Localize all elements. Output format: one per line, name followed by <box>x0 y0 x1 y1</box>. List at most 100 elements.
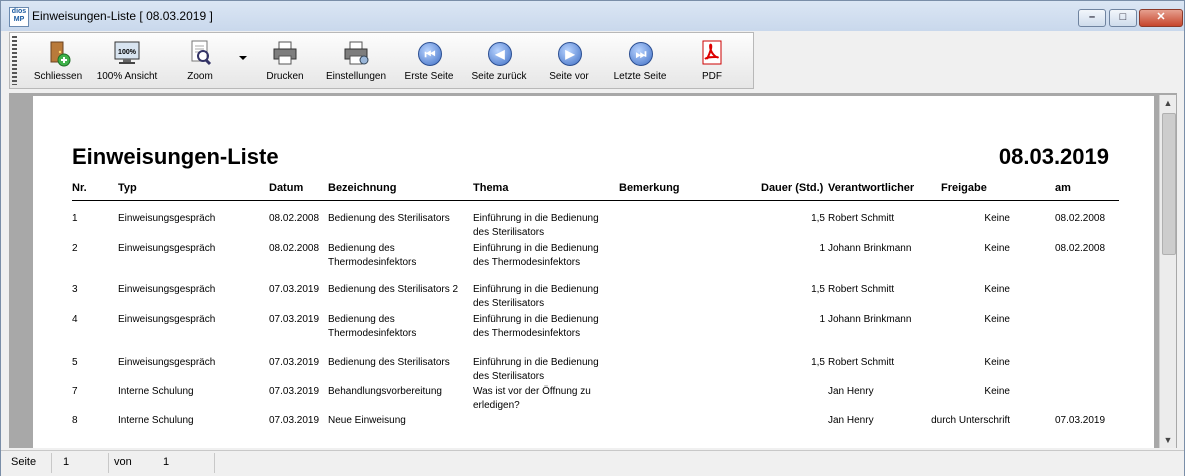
cell-thema-line2: des Sterilisators <box>473 298 545 309</box>
cell-am: 08.02.2008 <box>1055 213 1106 224</box>
cell-datum: 07.03.2019 <box>269 357 320 368</box>
column-header-thema: Thema <box>473 182 509 194</box>
print-button[interactable]: Drucken <box>260 37 310 85</box>
cell-verantwortlicher: Robert Schmitt <box>828 357 895 368</box>
scroll-thumb[interactable] <box>1162 113 1176 255</box>
cell-nr: 7 <box>72 386 78 397</box>
pdf-icon <box>698 39 726 67</box>
of-label: von <box>114 456 132 468</box>
column-header-am: am <box>1055 182 1071 194</box>
maximize-icon: □ <box>1119 11 1127 23</box>
previous-page-label: Seite zurück <box>471 71 527 82</box>
toolbar-grip[interactable] <box>12 36 17 85</box>
cell-typ: Einweisungsgespräch <box>118 357 216 368</box>
column-header-bemerkung: Bemerkung <box>619 182 680 194</box>
cell-dauer: 1,5 <box>811 213 825 224</box>
close-report-button[interactable]: Schliessen <box>30 37 86 85</box>
settings-label: Einstellungen <box>325 71 387 82</box>
vertical-scrollbar[interactable]: ▲ ▼ <box>1159 95 1176 448</box>
zoom-100-button[interactable]: 100% 100% Ansicht <box>94 37 160 85</box>
report-title: Einweisungen-Liste <box>72 144 279 169</box>
cell-datum: 07.03.2019 <box>269 386 320 397</box>
cell-datum: 08.02.2008 <box>269 243 320 254</box>
first-page-label: Erste Seite <box>404 71 454 82</box>
arrow-right-icon: ▶ <box>555 39 583 67</box>
zoom-button[interactable]: Zoom <box>176 37 224 85</box>
cell-verantwortlicher: Jan Henry <box>828 386 874 397</box>
cell-bezeichnung: Neue Einweisung <box>328 415 406 426</box>
status-divider <box>51 453 52 473</box>
of-value: 1 <box>163 456 170 468</box>
cell-thema-line2: des Thermodesinfektors <box>473 257 581 268</box>
cell-datum: 08.02.2008 <box>269 213 320 224</box>
cell-thema: Einführung in die Bedienung <box>473 284 599 295</box>
arrow-left-icon: ◀ <box>485 39 513 67</box>
column-header-dauer: Dauer (Std.) <box>761 182 824 194</box>
maximize-button[interactable]: □ <box>1109 9 1137 27</box>
cell-typ: Einweisungsgespräch <box>118 243 216 254</box>
cell-dauer: 1 <box>819 243 825 254</box>
cell-bezeichnung-line2: Thermodesinfektors <box>328 328 417 339</box>
previous-page-button[interactable]: ◀ Seite zurück <box>470 37 528 85</box>
cell-datum: 07.03.2019 <box>269 415 320 426</box>
status-divider <box>108 453 109 473</box>
column-header-bezeichnung: Bezeichnung <box>328 182 397 194</box>
cell-nr: 2 <box>72 243 78 254</box>
cell-bezeichnung: Bedienung des <box>328 314 395 325</box>
cell-typ: Einweisungsgespräch <box>118 284 216 295</box>
cell-freigabe: durch Unterschrift <box>931 415 1010 426</box>
cell-thema-line2: des Sterilisators <box>473 371 545 382</box>
next-page-button[interactable]: ▶ Seite vor <box>544 37 594 85</box>
cell-thema: Einführung in die Bedienung <box>473 357 599 368</box>
cell-bezeichnung: Bedienung des Sterilisators <box>328 357 450 368</box>
minimize-button[interactable]: – <box>1078 9 1106 27</box>
print-label: Drucken <box>266 71 304 82</box>
cell-dauer: 1,5 <box>811 357 825 368</box>
close-icon: ✕ <box>1156 11 1166 23</box>
cell-bezeichnung: Behandlungsvorbereitung <box>328 386 442 397</box>
cell-nr: 4 <box>72 314 78 325</box>
cell-bezeichnung: Bedienung des Sterilisators 2 <box>328 284 459 295</box>
cell-typ: Einweisungsgespräch <box>118 213 216 224</box>
cell-freigabe: Keine <box>984 213 1010 224</box>
cell-bezeichnung: Bedienung des Sterilisators <box>328 213 450 224</box>
printer-icon <box>271 39 299 67</box>
zoom-100-label: 100% Ansicht <box>96 71 158 82</box>
cell-dauer: 1,5 <box>811 284 825 295</box>
pdf-button[interactable]: PDF <box>694 37 730 85</box>
cell-thema-line2: des Sterilisators <box>473 227 545 238</box>
last-page-label: Letzte Seite <box>613 71 667 82</box>
cell-freigabe: Keine <box>984 357 1010 368</box>
status-bar: Seite 1 von 1 <box>1 450 1184 476</box>
zoom-dropdown-button[interactable] <box>236 47 250 67</box>
cell-freigabe: Keine <box>984 243 1010 254</box>
first-page-button[interactable]: ⏮ Erste Seite <box>402 37 456 85</box>
cell-thema-line2: erledigen? <box>473 400 520 411</box>
cell-thema: Einführung in die Bedienung <box>473 314 599 325</box>
cell-datum: 07.03.2019 <box>269 284 320 295</box>
cell-thema: Was ist vor der Öffnung zu <box>473 386 591 397</box>
cell-freigabe: Keine <box>984 284 1010 295</box>
title-bar[interactable]: dios MP Einweisungen-Liste [ 08.03.2019 … <box>1 1 1184 31</box>
toolbar: Schliessen 100% 100% Ansicht Zoom Drucke… <box>9 32 754 89</box>
cell-nr: 3 <box>72 284 78 295</box>
magnifier-document-icon <box>186 39 214 67</box>
preview-area[interactable]: Einweisungen-Liste 08.03.2019 Nr. Typ Da… <box>9 93 1177 448</box>
column-header-freigabe: Freigabe <box>941 182 987 194</box>
header-rule <box>72 200 1119 201</box>
page-value: 1 <box>63 456 70 468</box>
last-page-button[interactable]: ⏭ Letzte Seite <box>610 37 670 85</box>
report-window: dios MP Einweisungen-Liste [ 08.03.2019 … <box>0 0 1185 476</box>
cell-freigabe: Keine <box>984 386 1010 397</box>
cell-bezeichnung: Bedienung des <box>328 243 395 254</box>
svg-text:100%: 100% <box>118 49 137 56</box>
window-title: Einweisungen-Liste [ 08.03.2019 ] <box>32 9 213 23</box>
pdf-label: PDF <box>702 71 722 82</box>
printer-settings-icon <box>342 39 370 67</box>
settings-button[interactable]: Einstellungen <box>324 37 388 85</box>
close-window-button[interactable]: ✕ <box>1139 9 1183 27</box>
cell-thema-line2: des Thermodesinfektors <box>473 328 581 339</box>
scroll-down-icon[interactable]: ▼ <box>1160 432 1176 448</box>
cell-freigabe: Keine <box>984 314 1010 325</box>
scroll-up-icon[interactable]: ▲ <box>1160 95 1176 111</box>
